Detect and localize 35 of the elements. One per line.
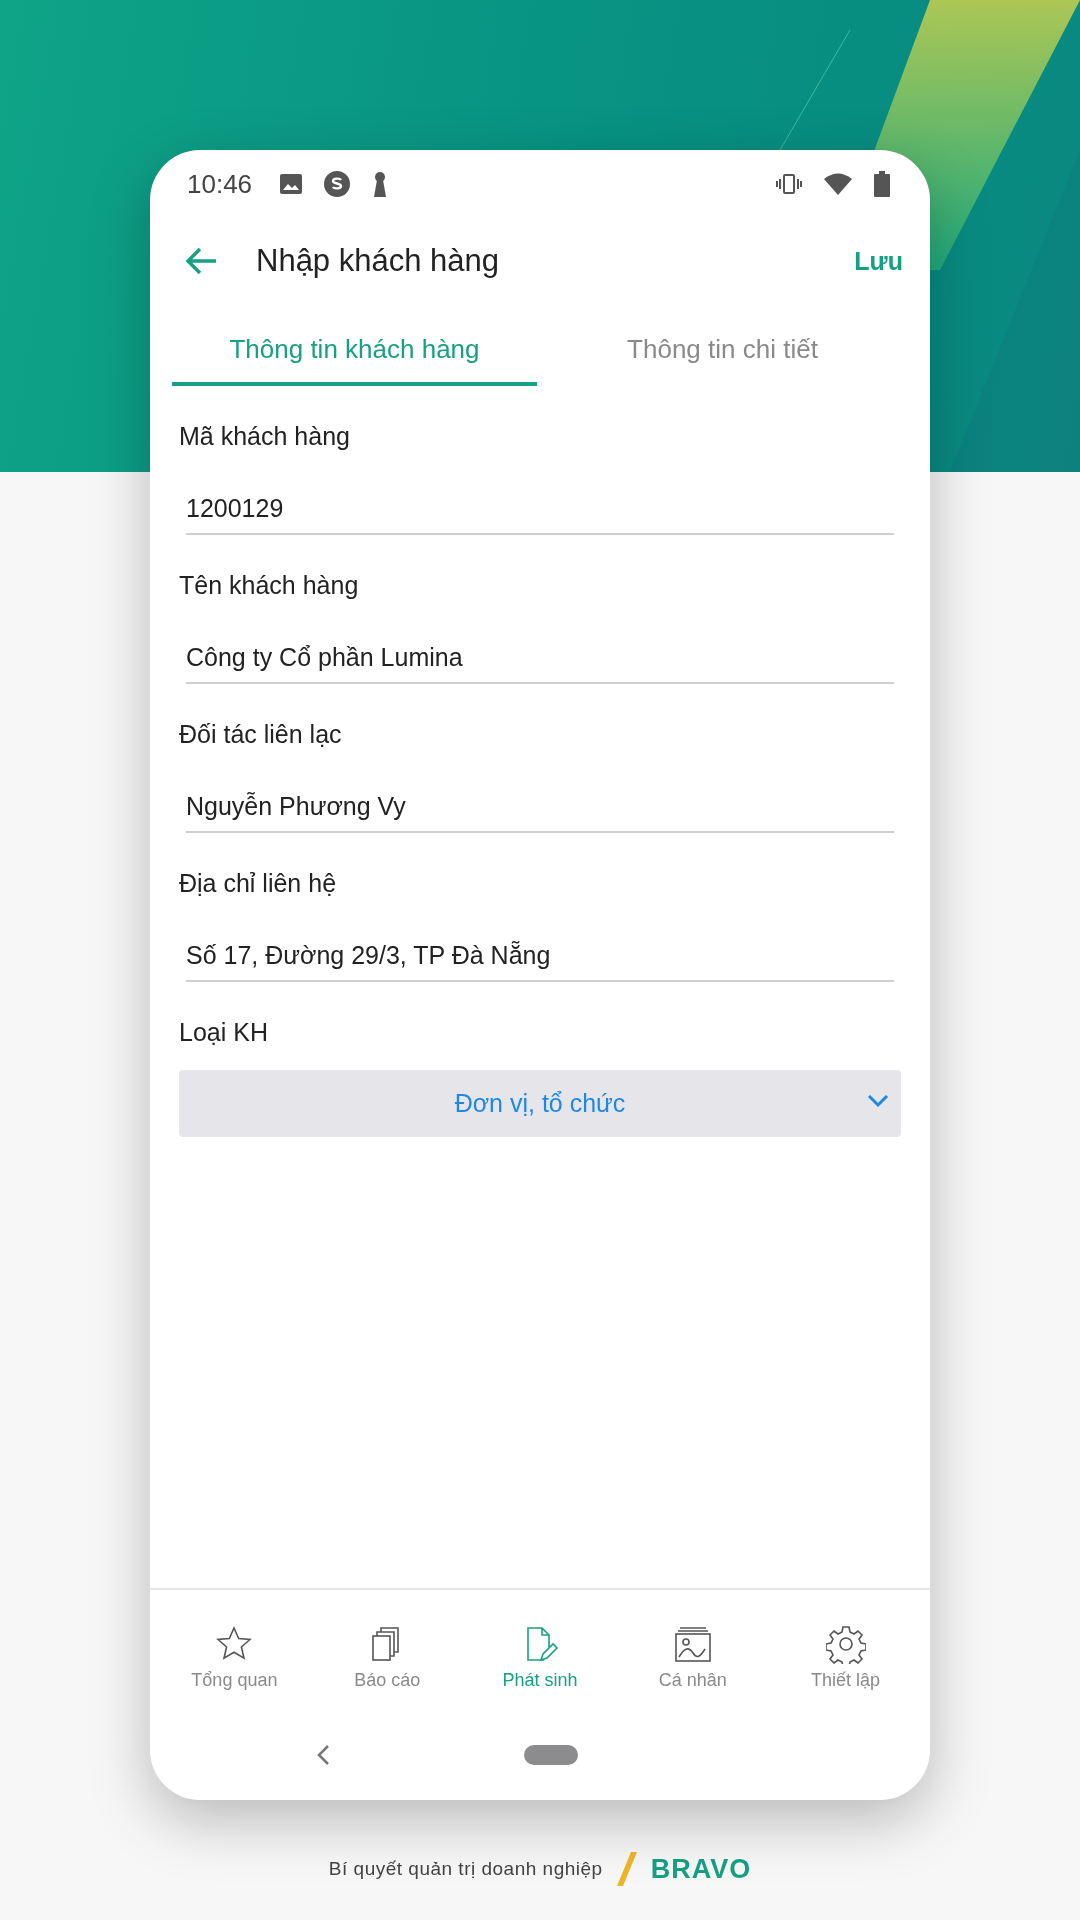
- back-chevron-icon[interactable]: [316, 1744, 330, 1766]
- tab[interactable]: Thông tin khách hàng: [172, 316, 537, 386]
- back-arrow-icon[interactable]: [184, 246, 218, 276]
- wifi-icon: [824, 173, 852, 195]
- field-label: Đối tác liên lạc: [179, 720, 343, 750]
- tab[interactable]: Thông tin chi tiết: [537, 316, 908, 386]
- battery-icon: [874, 171, 890, 197]
- field-label: Tên khách hàng: [179, 571, 360, 601]
- vibrate-icon: [776, 173, 802, 195]
- home-pill[interactable]: [524, 1745, 578, 1765]
- screen-title: Nhập khách hàng: [256, 243, 501, 279]
- image-notification-icon: [280, 174, 303, 194]
- dropdown-select[interactable]: Đơn vị, tổ chức: [179, 1070, 901, 1137]
- nav-tab[interactable]: Cá nhân: [616, 1590, 770, 1710]
- field-label: Loại KH: [179, 1018, 269, 1048]
- chat-notification-icon: [324, 171, 351, 197]
- slash-icon: [616, 1852, 637, 1886]
- settings-icon: [825, 1624, 866, 1664]
- slogan: Bí quyết quản trị doanh nghiệp: [328, 1858, 603, 1880]
- chevron-down-icon: [867, 1094, 889, 1108]
- input-field[interactable]: Số 17, Đường 29/3, TP Đà Nẵng: [186, 941, 894, 982]
- nav-tab[interactable]: Thiết lập: [769, 1590, 922, 1710]
- status-time: 10:46: [187, 168, 253, 200]
- picture-icon: [672, 1624, 713, 1664]
- keyhole-icon: [372, 171, 389, 197]
- input-field[interactable]: Nguyễn Phương Vy: [186, 792, 894, 833]
- input-field[interactable]: Công ty Cổ phần Lumina: [186, 643, 894, 684]
- nav-tab[interactable]: Tổng quan: [158, 1590, 311, 1710]
- field-label: Mã khách hàng: [179, 422, 351, 452]
- nav-tab[interactable]: Báo cáo: [310, 1590, 464, 1710]
- nav-tab[interactable]: Phát sinh: [463, 1590, 617, 1710]
- input-field[interactable]: 1200129: [186, 494, 894, 535]
- field-label: Địa chỉ liên hệ: [179, 869, 338, 899]
- brand-logo: BRAVO: [650, 1853, 752, 1885]
- save-button[interactable]: Lưu: [850, 242, 907, 280]
